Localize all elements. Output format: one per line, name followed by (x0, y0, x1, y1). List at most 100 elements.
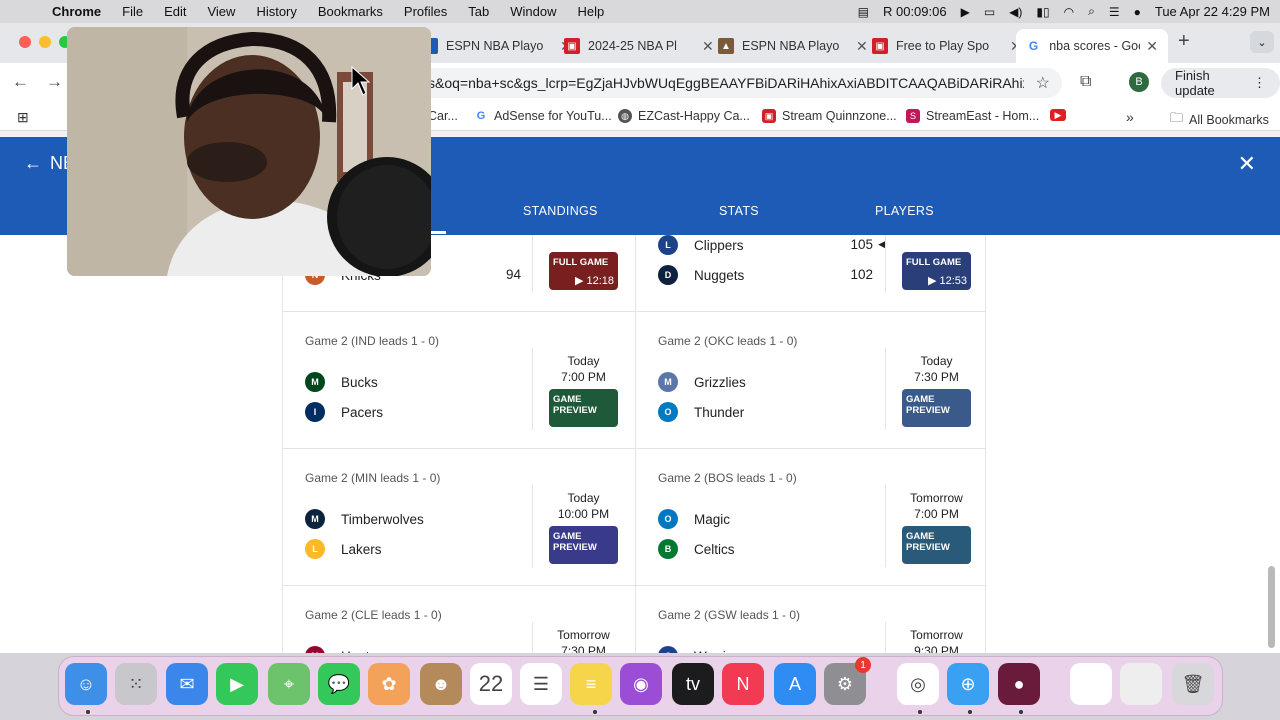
extensions-icon[interactable]: ⧉ (1080, 73, 1091, 91)
facetime-icon[interactable]: ▶ (216, 663, 258, 705)
maps-icon[interactable]: ⌖ (268, 663, 310, 705)
bookmarks-overflow-icon[interactable]: » (1126, 109, 1134, 125)
menu-profiles[interactable]: Profiles (404, 4, 447, 19)
close-window-button[interactable] (19, 36, 31, 48)
back-icon[interactable]: ← (12, 72, 29, 92)
chrome-icon[interactable]: ◎ (897, 663, 939, 705)
video-thumbnail[interactable]: FULL GAME ▶ 12:18 (549, 252, 618, 290)
screen-recorder-icon[interactable]: ● (998, 663, 1040, 705)
menu-file[interactable]: File (122, 4, 143, 19)
team-row[interactable]: B Celtics (658, 539, 878, 559)
tab-search-chevron-icon[interactable]: ⌄ (1250, 31, 1274, 53)
finish-update-button[interactable]: Finish update ⋮ (1161, 68, 1280, 98)
game-card[interactable]: Game 2 (CLE leads 1 - 0) MHeat Tomorrow 7:3… (283, 586, 635, 653)
more-options-icon[interactable]: ⋮ (1253, 75, 1266, 91)
video-thumbnail[interactable]: GAME PREVIEW (549, 526, 618, 564)
menu-app-name[interactable]: Chrome (52, 4, 101, 19)
team-row[interactable]: MHeat (305, 646, 525, 653)
appletv-icon[interactable]: tv (672, 663, 714, 705)
control-center-icon[interactable]: ☰ (1109, 5, 1120, 19)
team-row[interactable]: GWarriors (658, 646, 878, 653)
profile-avatar[interactable]: B (1129, 72, 1149, 92)
url-text[interactable]: s&oq=nba+sc&gs_lcrp=EgZjaHJvbWUqEggBEAAY… (428, 75, 1024, 91)
game-card[interactable]: Game 2 (MIN leads 1 - 0) M Timberwolves L La… (283, 449, 635, 586)
tab-stats[interactable]: STATS (719, 204, 759, 218)
recording-timer[interactable]: R 00:09:06 (883, 4, 947, 19)
dock-status-icon[interactable]: ▤ (858, 5, 869, 19)
menu-help[interactable]: Help (578, 4, 605, 19)
recent-window-icon[interactable] (1120, 663, 1162, 705)
menu-window[interactable]: Window (510, 4, 556, 19)
game-card[interactable]: Game 2 (BOS leads 1 - 0) O Magic B Celtics To… (635, 449, 985, 586)
team-logo-icon: D (658, 265, 678, 285)
volume-icon[interactable]: ◀) (1009, 5, 1022, 19)
safari-icon[interactable]: ⊕ (947, 663, 989, 705)
team-row[interactable]: O Magic (658, 509, 878, 529)
calendar-icon[interactable]: 22 (470, 663, 512, 705)
mail-icon[interactable]: ✉ (166, 663, 208, 705)
finder-icon[interactable]: ☺ (65, 663, 107, 705)
team-row[interactable]: M Bucks (305, 372, 525, 392)
contacts-icon[interactable]: ☻ (420, 663, 462, 705)
team-row[interactable]: L Clippers (658, 235, 878, 255)
bookmark-star-icon[interactable]: ☆ (1036, 73, 1050, 93)
notes-icon[interactable]: ≡ (570, 663, 612, 705)
game-card[interactable]: LClippers105◀DNuggets102YesterdayFULL GA… (635, 235, 985, 312)
team-row[interactable]: L Lakers (305, 539, 525, 559)
messages-icon[interactable]: 💬 (318, 663, 360, 705)
tab-espn-nba-playoffs-2[interactable]: ▲ ESPN NBA Playo ✕ (708, 29, 878, 63)
reminders-icon[interactable]: ☰ (520, 663, 562, 705)
team-row[interactable]: M Grizzlies (658, 372, 878, 392)
scrollbar[interactable] (1268, 566, 1275, 648)
game-card[interactable]: Game 2 (IND leads 1 - 0) M Bucks I Pacers Tod… (283, 312, 635, 449)
bookmark-ezcast[interactable]: ◍ EZCast-Happy Ca... (618, 109, 750, 123)
new-tab-icon[interactable]: + (1178, 30, 1190, 53)
news-icon[interactable]: N (722, 663, 764, 705)
appstore-icon[interactable]: A (774, 663, 816, 705)
caption-icon[interactable]: ▭ (984, 5, 995, 19)
apps-grid-icon[interactable]: ⊞ (17, 109, 29, 126)
close-tab-icon[interactable]: ✕ (1146, 38, 1158, 55)
game-card[interactable]: Game 2 (OKC leads 1 - 0) M Grizzlies O Thund… (635, 312, 985, 449)
trash-icon[interactable]: 🗑 (1172, 663, 1214, 705)
video-thumbnail[interactable]: GAME PREVIEW (902, 389, 971, 427)
menu-bookmarks[interactable]: Bookmarks (318, 4, 383, 19)
forward-icon[interactable]: → (46, 72, 63, 92)
battery-icon[interactable]: ▮▯ (1036, 5, 1049, 19)
downloads-stack-icon[interactable] (1070, 663, 1112, 705)
bookmark-car[interactable]: Car... (428, 109, 458, 123)
tab-players[interactable]: PLAYERS (875, 204, 934, 218)
search-icon[interactable]: ⌕ (1088, 4, 1095, 19)
tab-nba-scores-google[interactable]: G nba scores - Goo ✕ (1016, 29, 1168, 63)
all-bookmarks-button[interactable]: 🗀 All Bookmarks (1170, 109, 1269, 131)
tab-2024-25-nba[interactable]: ▣ 2024-25 NBA Pl ✕ (554, 29, 724, 63)
wifi-icon[interactable]: ◠ (1064, 5, 1074, 19)
menu-edit[interactable]: Edit (164, 4, 186, 19)
siri-icon[interactable]: ● (1134, 5, 1141, 19)
team-row[interactable]: O Thunder (658, 402, 878, 422)
video-thumbnail[interactable]: FULL GAME ▶ 12:53 (902, 252, 971, 290)
bookmark-streameast[interactable]: S StreamEast - Hom... (906, 109, 1039, 123)
video-thumbnail[interactable]: GAME PREVIEW (902, 526, 971, 564)
play-icon[interactable]: ▶ (961, 5, 970, 19)
bookmark-adsense[interactable]: G AdSense for YouTu... (474, 109, 612, 123)
clock[interactable]: Tue Apr 22 4:29 PM (1155, 4, 1270, 19)
team-row[interactable]: D Nuggets (658, 265, 878, 285)
menu-tab[interactable]: Tab (468, 4, 489, 19)
system-settings-icon[interactable]: ⚙ 1 (824, 657, 871, 705)
photos-icon[interactable]: ✿ (368, 663, 410, 705)
minimize-window-button[interactable] (39, 36, 51, 48)
menu-history[interactable]: History (256, 4, 296, 19)
team-row[interactable]: M Timberwolves (305, 509, 525, 529)
menu-view[interactable]: View (207, 4, 235, 19)
launchpad-icon[interactable]: ⁙ (115, 663, 157, 705)
podcasts-icon[interactable]: ◉ (620, 663, 662, 705)
bookmark-youtube[interactable]: ▶ (1050, 109, 1066, 121)
bookmark-stream-quinnzone[interactable]: ▣ Stream Quinnzone... (762, 109, 897, 123)
game-card[interactable]: Game 2 (GSW leads 1 - 0) GWarriors Tomorro… (635, 586, 985, 653)
tab-free-to-play-sports[interactable]: ▣ Free to Play Spo ✕ (862, 29, 1032, 63)
tab-standings[interactable]: STANDINGS (523, 204, 598, 218)
close-overlay-icon[interactable]: ✕ (1238, 151, 1256, 177)
video-thumbnail[interactable]: GAME PREVIEW (549, 389, 618, 427)
team-row[interactable]: I Pacers (305, 402, 525, 422)
